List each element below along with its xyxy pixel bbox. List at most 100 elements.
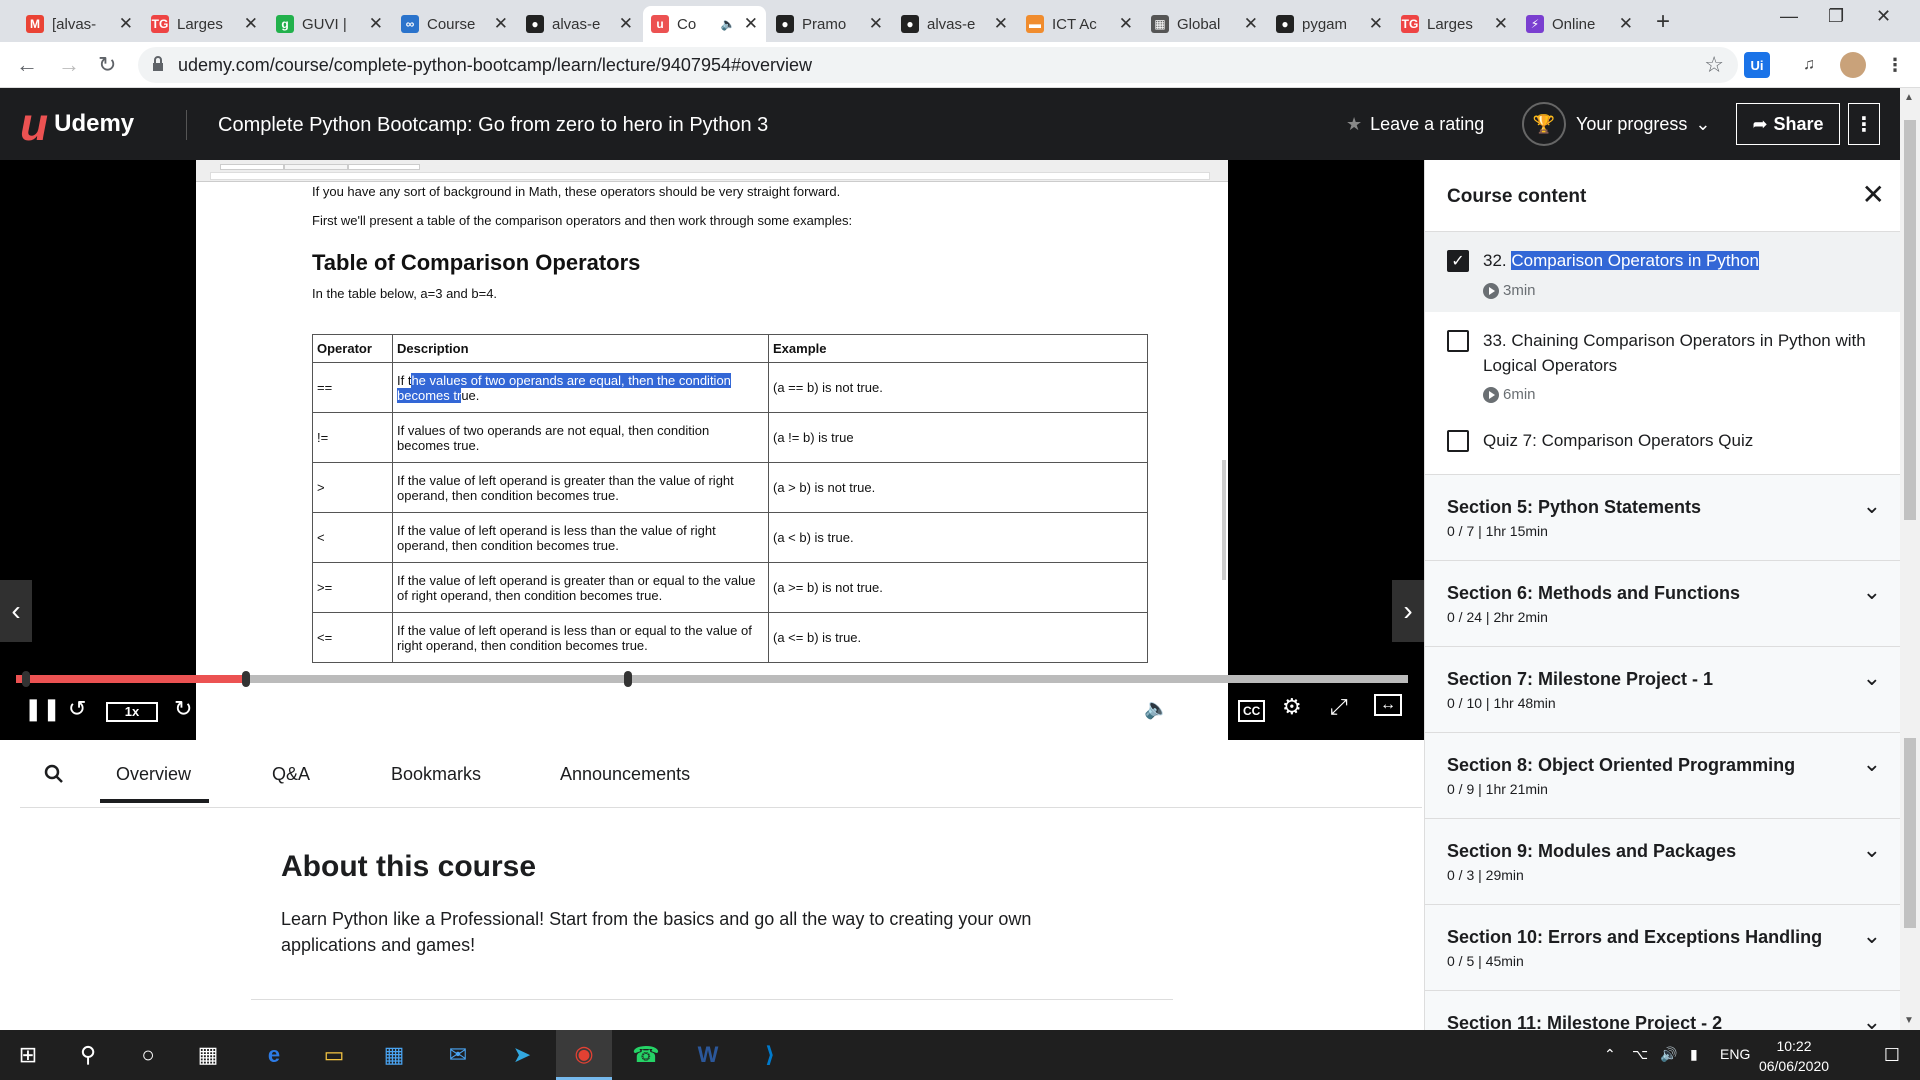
- chevron-down-icon[interactable]: ⌄: [1863, 751, 1881, 777]
- fullscreen-icon[interactable]: ⤢: [1330, 694, 1348, 720]
- tab-bookmarks[interactable]: Bookmarks: [391, 764, 481, 785]
- browser-tab[interactable]: ▬ ICT Ac ✕: [1018, 6, 1141, 42]
- battery-icon[interactable]: ▮: [1690, 1046, 1698, 1063]
- lecture-item-current[interactable]: ✓ 32. Comparison Operators in Python 3mi…: [1425, 232, 1902, 312]
- close-tab-icon[interactable]: ✕: [1619, 14, 1633, 34]
- scrollbar-thumb[interactable]: [1904, 120, 1916, 520]
- previous-lecture-button[interactable]: ‹: [0, 580, 32, 642]
- tab-qa[interactable]: Q&A: [272, 764, 310, 785]
- close-tab-icon[interactable]: ✕: [619, 14, 633, 34]
- notifications-icon[interactable]: ☐: [1864, 1030, 1920, 1080]
- browser-tab[interactable]: TG Larges ✕: [1393, 6, 1516, 42]
- progress-button[interactable]: 🏆 Your progress ⌄: [1522, 102, 1711, 146]
- section-header[interactable]: Section 8: Object Oriented Programming 0 …: [1425, 732, 1902, 818]
- browser-tab[interactable]: g GUVI | ✕: [268, 6, 391, 42]
- lecture-checkbox[interactable]: [1447, 430, 1469, 452]
- close-tab-icon[interactable]: ✕: [244, 14, 258, 34]
- captions-button[interactable]: CC: [1238, 700, 1266, 722]
- minimize-icon[interactable]: —: [1780, 6, 1798, 27]
- close-tab-icon[interactable]: ✕: [1494, 14, 1508, 34]
- chrome-menu-icon[interactable]: ⋮: [1882, 52, 1908, 78]
- maximize-icon[interactable]: ❐: [1828, 6, 1844, 27]
- section-header[interactable]: Section 5: Python Statements 0 / 7 | 1hr …: [1425, 474, 1902, 560]
- playback-speed-button[interactable]: 1x: [106, 702, 158, 722]
- browser-tab[interactable]: ● alvas-e ✕: [893, 6, 1016, 42]
- section-header[interactable]: Section 7: Milestone Project - 1 0 / 10 |…: [1425, 646, 1902, 732]
- tab-audio-icon[interactable]: 🔈: [721, 17, 736, 31]
- browser-tab[interactable]: ● alvas-e ✕: [518, 6, 641, 42]
- section-header[interactable]: Section 11: Milestone Project - 20 / 5 |…: [1425, 990, 1902, 1030]
- rewind-icon[interactable]: ↺: [68, 696, 86, 722]
- volume-icon[interactable]: 🔈: [1144, 696, 1169, 721]
- transcript-icon[interactable]: ▤: [1194, 696, 1213, 721]
- settings-gear-icon[interactable]: ⚙: [1282, 694, 1302, 720]
- forward-icon[interactable]: ↻: [174, 696, 192, 722]
- page-scrollbar[interactable]: ▲ ▼: [1900, 88, 1920, 1030]
- word-icon[interactable]: W: [680, 1030, 736, 1080]
- close-tab-icon[interactable]: ✕: [1369, 14, 1383, 34]
- address-bar[interactable]: udemy.com/course/complete-python-bootcam…: [138, 47, 1738, 83]
- store-icon[interactable]: ▦: [366, 1030, 422, 1080]
- share-button[interactable]: ➦ Share: [1736, 103, 1840, 145]
- close-tab-icon[interactable]: ✕: [1119, 14, 1133, 34]
- clock[interactable]: 10:22 06/06/2020: [1748, 1036, 1840, 1076]
- section-header[interactable]: Section 10: Errors and Exceptions Handli…: [1425, 904, 1902, 990]
- media-control-icon[interactable]: ♫: [1796, 52, 1822, 78]
- tab-overview[interactable]: Overview: [100, 764, 210, 803]
- tray-chevron-icon[interactable]: ⌃: [1604, 1046, 1616, 1063]
- close-tab-icon[interactable]: ✕: [119, 14, 133, 34]
- next-lecture-button[interactable]: ›: [1392, 580, 1424, 642]
- bookmark-marker[interactable]: [22, 671, 30, 687]
- sidebar-scrollbar-thumb[interactable]: [1904, 738, 1916, 928]
- expand-width-icon[interactable]: ↔: [1374, 694, 1402, 716]
- close-tab-icon[interactable]: ✕: [994, 14, 1008, 34]
- forward-icon[interactable]: →: [58, 52, 80, 78]
- task-view-icon[interactable]: ▦: [180, 1030, 236, 1080]
- cortana-icon[interactable]: ○: [120, 1030, 176, 1080]
- ui-extension-icon[interactable]: Ui: [1744, 52, 1770, 78]
- lecture-checkbox[interactable]: [1447, 330, 1469, 352]
- chevron-down-icon[interactable]: ⌄: [1863, 1009, 1881, 1030]
- pause-icon[interactable]: ❚❚: [24, 696, 61, 722]
- mail-icon[interactable]: ✉: [430, 1030, 486, 1080]
- scroll-up-icon[interactable]: ▲: [1904, 92, 1914, 103]
- bookmark-star-icon[interactable]: ☆: [1704, 52, 1724, 78]
- chevron-down-icon[interactable]: ⌄: [1863, 493, 1881, 519]
- close-window-icon[interactable]: ✕: [1876, 6, 1891, 27]
- video-player[interactable]: If you have any sort of background in Ma…: [0, 160, 1424, 740]
- seek-handle[interactable]: [241, 671, 250, 687]
- browser-tab[interactable]: ● Pramo ✕: [768, 6, 891, 42]
- browser-tab[interactable]: ∞ Course ✕: [393, 6, 516, 42]
- windows-start-icon[interactable]: ⊞: [0, 1030, 56, 1080]
- browser-tab[interactable]: ▦ Global ✕: [1143, 6, 1266, 42]
- reload-icon[interactable]: ↻: [98, 52, 116, 78]
- vscode-icon[interactable]: ⟩: [742, 1030, 798, 1080]
- bookmark-marker[interactable]: [624, 671, 633, 687]
- tab-announcements[interactable]: Announcements: [560, 764, 690, 785]
- browser-tab[interactable]: M [alvas- ✕: [18, 6, 141, 42]
- section-header[interactable]: Section 9: Modules and Packages 0 / 3 | 2…: [1425, 818, 1902, 904]
- chevron-down-icon[interactable]: ⌄: [1863, 579, 1881, 605]
- whatsapp-icon[interactable]: ☎: [618, 1030, 674, 1080]
- browser-tab[interactable]: TG Larges ✕: [143, 6, 266, 42]
- section-header[interactable]: Section 6: Methods and Functions 0 / 24 |…: [1425, 560, 1902, 646]
- browser-tab[interactable]: u Co 🔈 ✕: [643, 6, 766, 42]
- search-icon[interactable]: ⚲: [60, 1030, 116, 1080]
- seek-bar[interactable]: [16, 671, 1408, 687]
- profile-avatar[interactable]: [1840, 52, 1866, 78]
- wifi-icon[interactable]: ⌥: [1632, 1046, 1648, 1063]
- new-tab-button[interactable]: +: [1656, 8, 1670, 36]
- browser-tab[interactable]: ⚡ Online ✕: [1518, 6, 1641, 42]
- close-tab-icon[interactable]: ✕: [369, 14, 383, 34]
- chevron-down-icon[interactable]: ⌄: [1863, 837, 1881, 863]
- leave-rating-button[interactable]: ★ Leave a rating: [1346, 114, 1484, 135]
- close-tab-icon[interactable]: ✕: [1244, 14, 1258, 34]
- chevron-down-icon[interactable]: ⌄: [1863, 665, 1881, 691]
- search-icon[interactable]: [44, 764, 64, 789]
- telegram-icon[interactable]: ➤: [494, 1030, 550, 1080]
- course-title[interactable]: Complete Python Bootcamp: Go from zero t…: [218, 114, 768, 137]
- language-indicator[interactable]: ENG: [1720, 1046, 1750, 1062]
- edge-icon[interactable]: e: [246, 1030, 302, 1080]
- lecture-item[interactable]: 33. Chaining Comparison Operators in Pyt…: [1425, 312, 1902, 412]
- volume-tray-icon[interactable]: 🔊: [1660, 1046, 1677, 1063]
